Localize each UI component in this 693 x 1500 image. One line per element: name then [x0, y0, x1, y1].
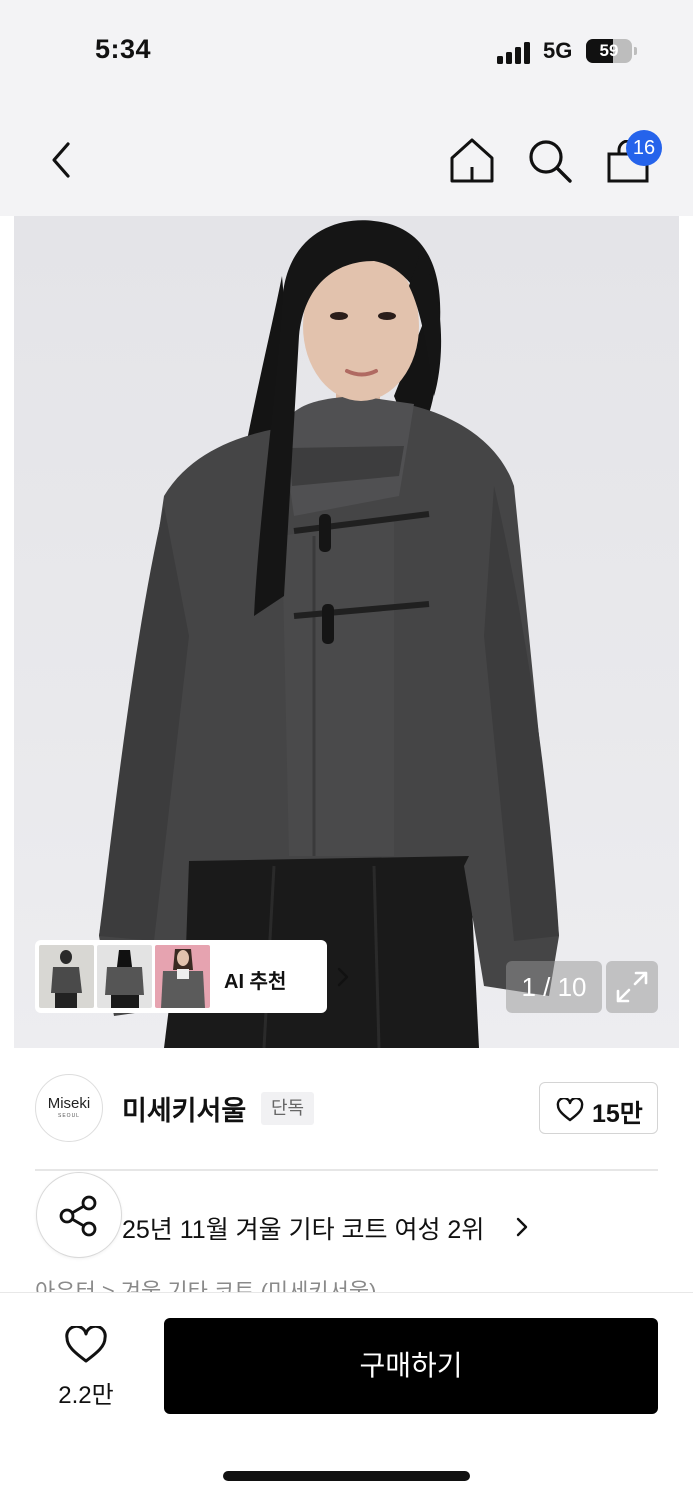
ai-recommend-label: AI 추천: [224, 971, 287, 993]
search-icon[interactable]: [527, 138, 573, 184]
share-button[interactable]: [36, 1172, 122, 1258]
image-pager: 1 / 10: [506, 961, 602, 1013]
brand-logo-subtext: SEOUL: [58, 1113, 80, 1119]
exclusive-badge: 단독: [261, 1092, 315, 1125]
battery-level: 59: [599, 41, 619, 60]
brand-logo-text: Miseki: [47, 1095, 91, 1112]
heart-icon: [65, 1326, 107, 1363]
signal-icon: [497, 42, 533, 64]
model-illustration: [99, 220, 559, 1048]
expand-icon[interactable]: [606, 961, 658, 1013]
divider: [35, 1169, 658, 1171]
ai-thumbnail-2: [97, 945, 152, 1008]
home-indicator: [223, 1471, 470, 1481]
status-time: 5:34: [95, 34, 152, 64]
chevron-right-icon: [337, 967, 349, 987]
wishlist-count: 2.2만: [58, 1382, 114, 1409]
brand-like-count: 15만: [592, 1100, 643, 1128]
ai-recommend-card[interactable]: AI 추천: [35, 940, 349, 1013]
ranking-text[interactable]: 25년 11월 겨울 기타 코트 여성 2위: [122, 1210, 484, 1246]
chevron-left-icon[interactable]: [46, 140, 76, 180]
heart-icon: [556, 1098, 584, 1122]
ai-thumbnail-3: [155, 945, 210, 1008]
brand-logo[interactable]: Miseki SEOUL: [35, 1074, 103, 1142]
chevron-right-icon: [516, 1217, 528, 1237]
buy-button[interactable]: 구매하기: [164, 1318, 658, 1414]
ai-thumbnail-1: [39, 945, 94, 1008]
wishlist-button[interactable]: 2.2만: [50, 1322, 122, 1409]
home-icon[interactable]: [448, 136, 496, 184]
share-icon: [59, 1195, 97, 1237]
brand-name[interactable]: 미세키서울: [122, 1089, 246, 1128]
nav-bar: [0, 100, 693, 216]
cart-count-badge: 16: [626, 130, 662, 166]
product-image[interactable]: [14, 216, 679, 1048]
battery-icon: 59: [586, 39, 632, 63]
battery-tip: [634, 47, 637, 55]
brand-like-button[interactable]: 15만: [539, 1082, 658, 1134]
network-label: 5G: [543, 38, 573, 63]
breadcrumb[interactable]: 아우터 > 겨울 기타 코트 (미세키서울): [35, 1274, 376, 1292]
